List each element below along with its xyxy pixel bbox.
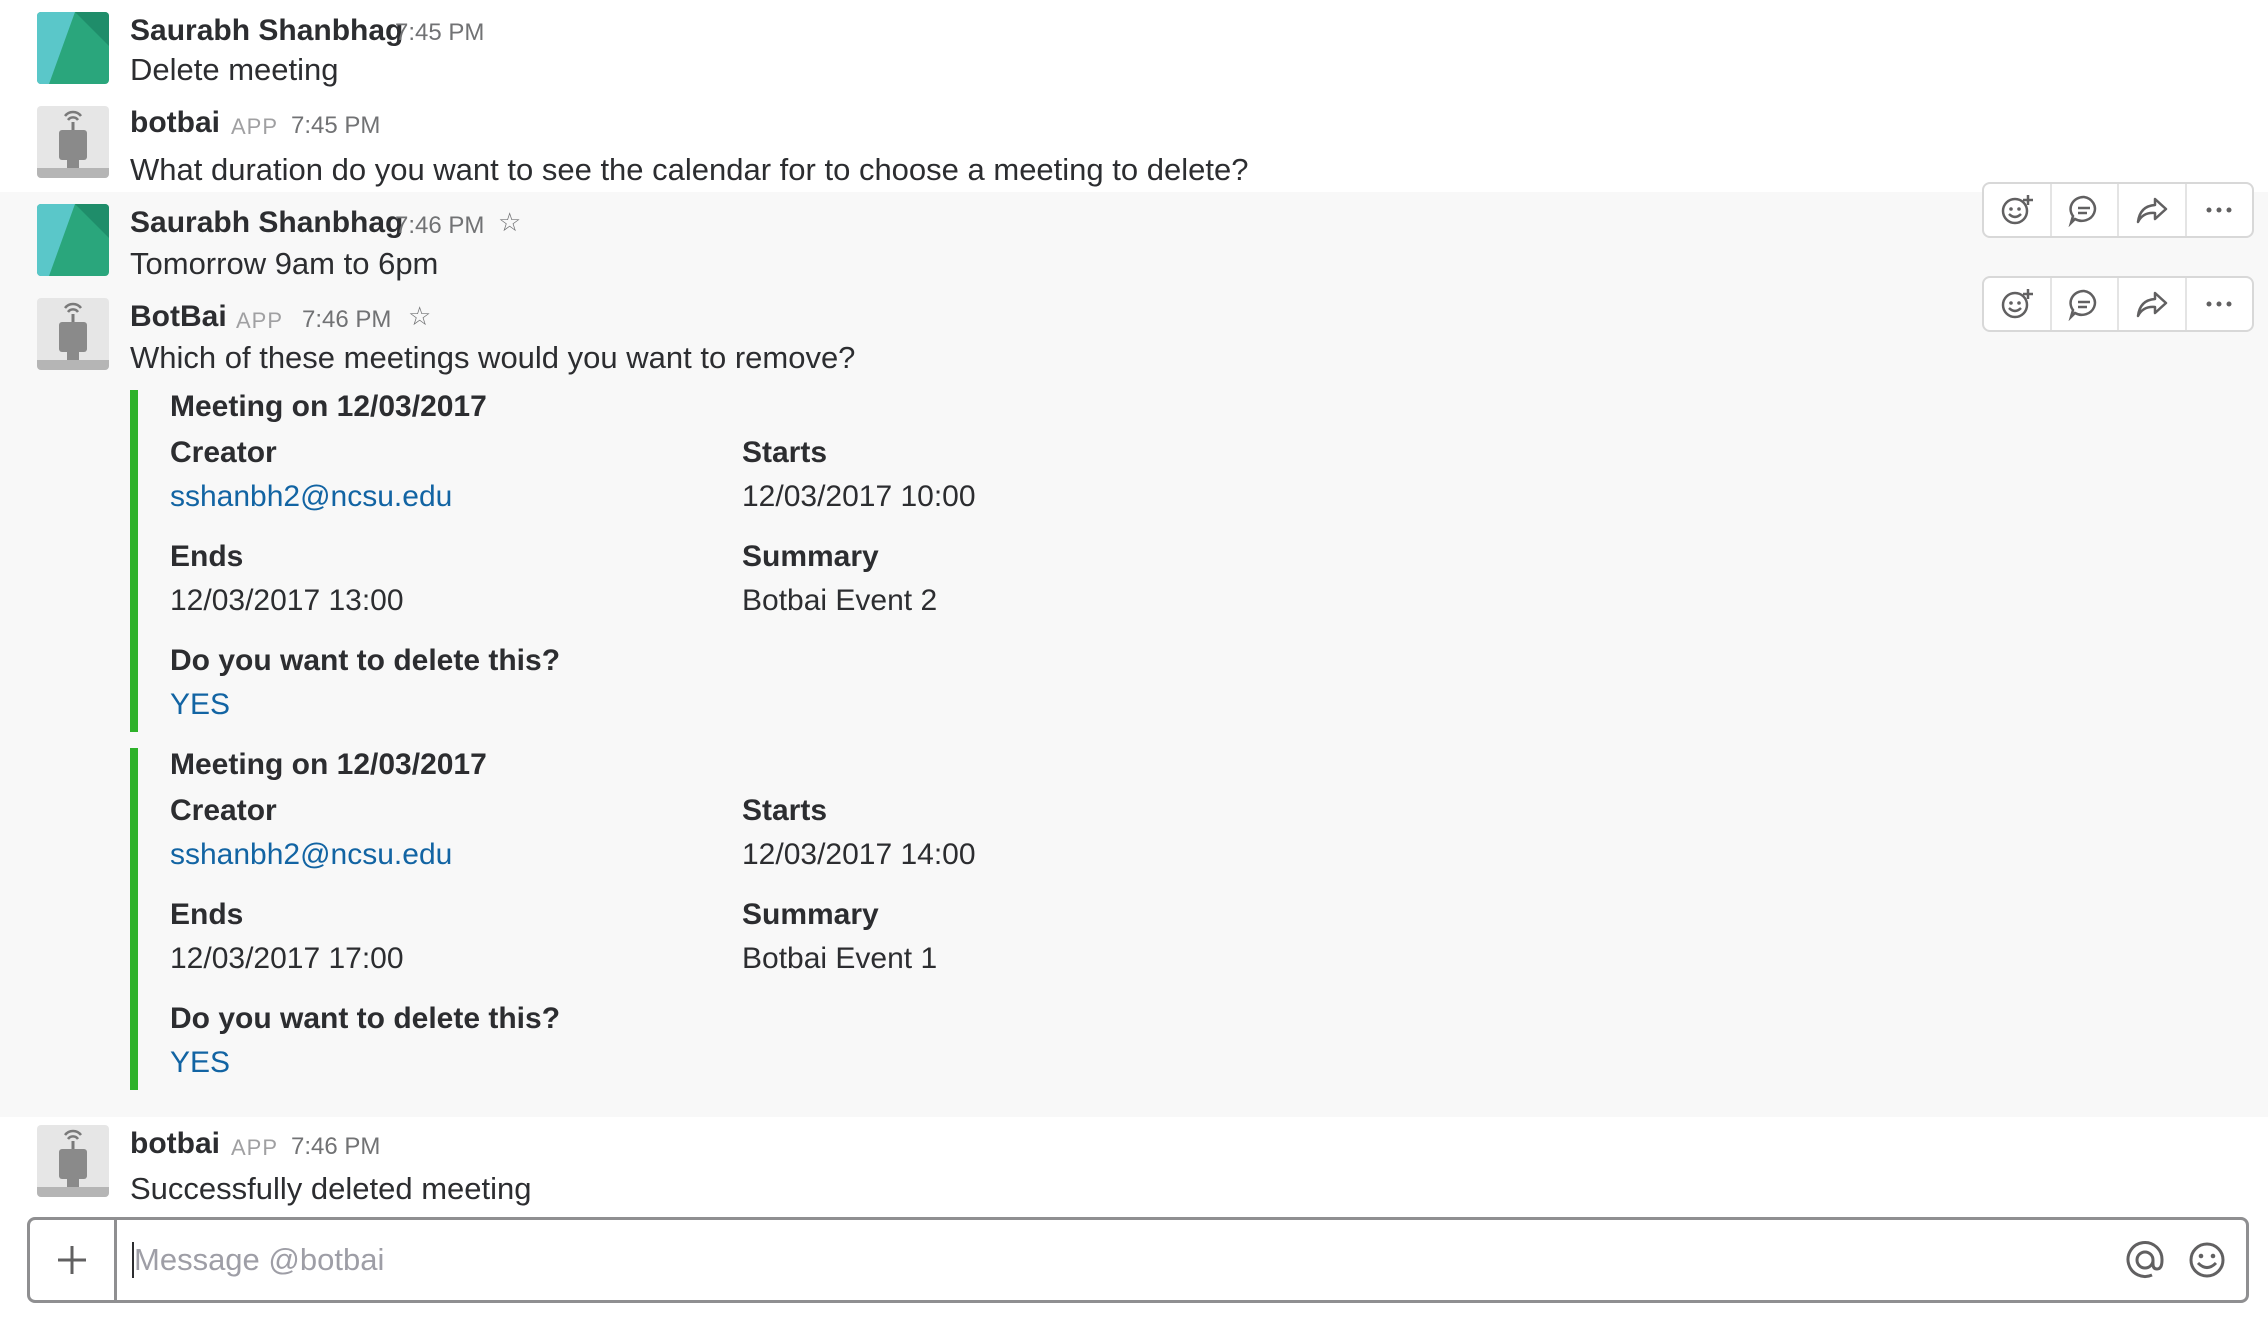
more-actions-icon[interactable] <box>2187 184 2253 236</box>
add-reaction-icon[interactable] <box>1984 184 2052 236</box>
more-actions-icon[interactable] <box>2187 278 2253 330</box>
delete-question: Do you want to delete this? <box>170 1002 561 1035</box>
user-avatar[interactable] <box>37 12 109 84</box>
field-label-ends: Ends <box>170 898 244 931</box>
timestamp[interactable]: 7:46 PM <box>395 212 484 240</box>
app-badge: APP <box>231 1135 279 1160</box>
timestamp[interactable]: 7:45 PM <box>395 19 484 47</box>
bot-avatar[interactable] <box>37 1125 109 1197</box>
plus-icon <box>58 1246 86 1274</box>
field-value-starts: 12/03/2017 10:00 <box>742 480 976 513</box>
field-value-ends: 12/03/2017 17:00 <box>170 942 404 975</box>
share-message-icon[interactable] <box>2119 278 2187 330</box>
field-value-summary: Botbai Event 1 <box>742 942 938 975</box>
creator-email-link[interactable]: sshanbh2@ncsu.edu <box>170 838 452 872</box>
start-thread-icon[interactable] <box>2052 278 2119 330</box>
start-thread-icon[interactable] <box>2052 184 2119 236</box>
field-label-creator: Creator <box>170 436 277 469</box>
star-icon[interactable]: ☆ <box>498 207 521 238</box>
message-text: What duration do you want to see the cal… <box>130 152 1249 187</box>
meeting-attachment: Meeting on 12/03/2017 Creator sshanbh2@n… <box>130 748 1538 1090</box>
message-text: Delete meeting <box>130 52 339 87</box>
author-name[interactable]: botbai <box>130 106 220 140</box>
yes-button[interactable]: YES <box>170 688 230 722</box>
message-actions-toolbar <box>1982 182 2254 238</box>
delete-question: Do you want to delete this? <box>170 644 561 677</box>
author-name[interactable]: botbai <box>130 1127 220 1161</box>
app-badge: APP <box>236 308 284 333</box>
field-label-creator: Creator <box>170 794 277 827</box>
field-value-ends: 12/03/2017 13:00 <box>170 584 404 617</box>
message-text: Which of these meetings would you want t… <box>130 340 856 375</box>
field-label-summary: Summary <box>742 898 879 931</box>
app-badge: APP <box>231 114 279 139</box>
author-name[interactable]: Saurabh Shanbhag <box>130 206 403 240</box>
attachment-title: Meeting on 12/03/2017 <box>170 748 487 781</box>
field-value-summary: Botbai Event 2 <box>742 584 938 617</box>
yes-button[interactable]: YES <box>170 1046 230 1080</box>
field-label-starts: Starts <box>742 794 828 827</box>
message: botbai APP 7:46 PM Successfully deleted … <box>0 1117 2268 1217</box>
message-text: Successfully deleted meeting <box>130 1171 532 1206</box>
message-composer <box>27 1217 2249 1303</box>
timestamp[interactable]: 7:45 PM <box>291 112 380 140</box>
message-text: Tomorrow 9am to 6pm <box>130 246 439 281</box>
share-message-icon[interactable] <box>2119 184 2187 236</box>
field-value-starts: 12/03/2017 14:00 <box>742 838 976 871</box>
bot-avatar[interactable] <box>37 106 109 178</box>
field-label-ends: Ends <box>170 540 244 573</box>
emoji-icon[interactable] <box>2186 1239 2228 1286</box>
author-name[interactable]: Saurabh Shanbhag <box>130 14 403 48</box>
message-actions-toolbar <box>1982 276 2254 332</box>
creator-email-link[interactable]: sshanbh2@ncsu.edu <box>170 480 452 514</box>
message: botbai APP 7:45 PM What duration do you … <box>0 92 2268 192</box>
message: Saurabh Shanbhag 7:45 PM Delete meeting <box>0 0 2268 92</box>
message-input[interactable] <box>134 1234 2114 1286</box>
bot-avatar[interactable] <box>37 298 109 370</box>
timestamp[interactable]: 7:46 PM <box>302 306 391 334</box>
add-reaction-icon[interactable] <box>1984 278 2052 330</box>
mention-icon[interactable] <box>2124 1239 2166 1286</box>
add-attachment-button[interactable] <box>30 1220 117 1300</box>
author-name[interactable]: BotBai <box>130 300 227 334</box>
attachment-title: Meeting on 12/03/2017 <box>170 390 487 423</box>
timestamp[interactable]: 7:46 PM <box>291 1133 380 1161</box>
star-icon[interactable]: ☆ <box>408 301 431 332</box>
meeting-attachment: Meeting on 12/03/2017 Creator sshanbh2@n… <box>130 390 1538 732</box>
user-avatar[interactable] <box>37 204 109 276</box>
message-group: Saurabh Shanbhag 7:46 PM ☆ Tomorrow 9am … <box>0 182 2268 1117</box>
field-label-summary: Summary <box>742 540 879 573</box>
field-label-starts: Starts <box>742 436 828 469</box>
